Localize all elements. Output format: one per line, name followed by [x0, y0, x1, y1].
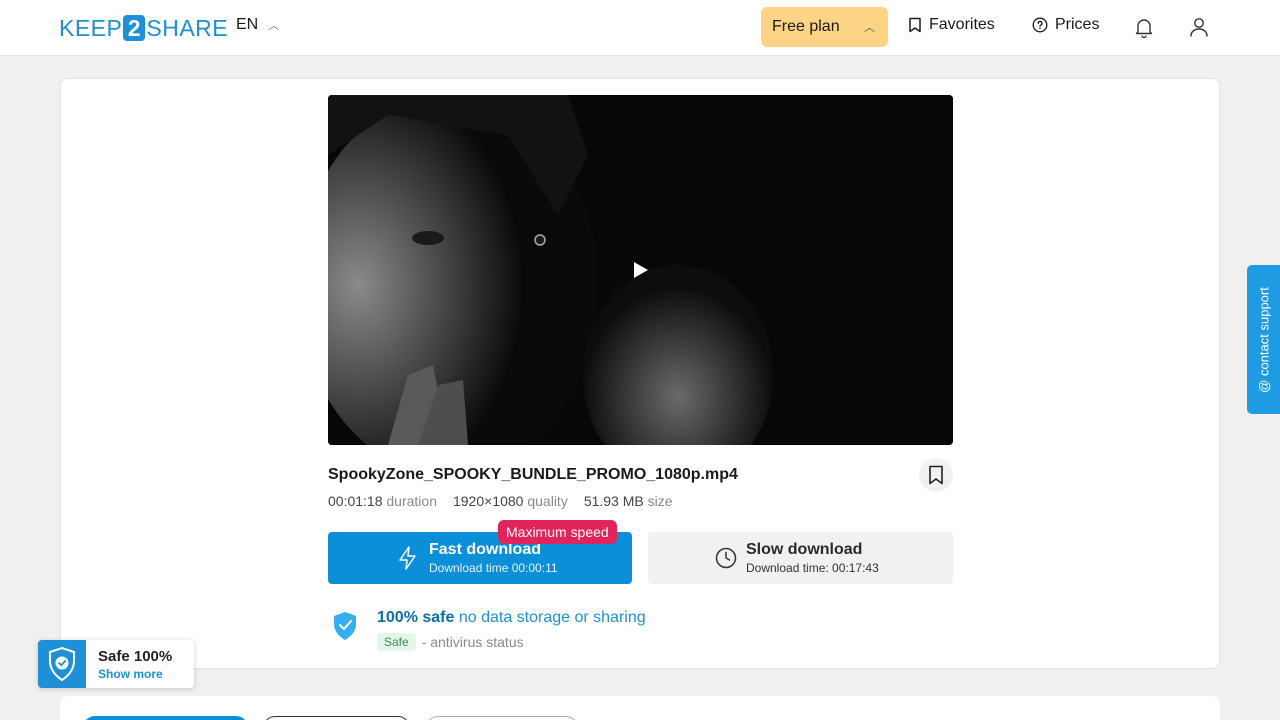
contact-support-tab[interactable]: @ contact support [1247, 265, 1280, 414]
antivirus-label: - antivirus status [421, 634, 524, 650]
logo-keep: KEEP [59, 14, 123, 41]
bottom-panel [60, 696, 1220, 720]
size-label: size [647, 493, 673, 509]
favorites-label: Favorites [929, 16, 995, 33]
safety-bold: 100% safe [377, 609, 455, 626]
top-header: KEEP 2 SHARE EN ︿ Free plan ︿ Favorites Pr… [0, 0, 1280, 56]
keep2share-logo[interactable]: KEEP 2 SHARE [59, 14, 228, 42]
favorites-link[interactable]: Favorites [908, 16, 995, 34]
user-icon [1190, 18, 1208, 37]
logo-share: SHARE [146, 14, 229, 41]
chevron-up-icon: ︿ [268, 20, 280, 32]
maximum-speed-badge: Maximum speed [498, 520, 617, 544]
bottom-tab-2[interactable] [263, 716, 410, 720]
free-plan-label: Free plan [772, 18, 840, 35]
logo-2: 2 [123, 15, 146, 41]
slow-download-title: Slow download [746, 541, 863, 558]
contact-support-label: @ contact support [1256, 286, 1271, 393]
language-label: EN [236, 16, 259, 33]
bookmark-icon [929, 465, 943, 485]
add-to-favorites-button[interactable] [919, 458, 953, 492]
chevron-up-icon: ︿ [864, 22, 875, 34]
prices-link[interactable]: Prices [1032, 16, 1099, 34]
duration-label: duration [386, 493, 437, 509]
safety-rest: no data storage or sharing [458, 609, 646, 626]
language-selector[interactable]: EN ︿ [236, 16, 279, 34]
account-button[interactable] [1187, 15, 1211, 39]
bottom-tab-1[interactable] [83, 716, 248, 720]
bookmark-icon [909, 17, 921, 33]
shield-check-icon [38, 640, 86, 688]
quality-value: 1920×1080 [452, 493, 524, 509]
safe-badge: Safe [377, 633, 416, 651]
fast-download-time: Download time 00:00:11 [429, 561, 558, 575]
duration: 00:01:18 duration [328, 493, 437, 509]
help-circle-icon [1032, 17, 1048, 33]
bottom-tab-3[interactable] [426, 716, 578, 720]
shield-check-icon [334, 612, 356, 640]
show-more-link[interactable]: Show more [98, 667, 163, 681]
prices-label: Prices [1055, 16, 1100, 33]
play-icon [634, 262, 648, 278]
clock-icon [715, 547, 737, 569]
safe-widget[interactable]: Safe 100% Show more [38, 640, 194, 688]
slow-download-button[interactable]: Slow download Download time: 00:17:43 [648, 532, 953, 584]
lightning-icon [399, 546, 416, 570]
safety-line: 100% safe no data storage or sharing [377, 609, 646, 627]
file-name: SpookyZone_SPOOKY_BUNDLE_PROMO_1080p.mp4 [328, 466, 738, 483]
safe-widget-title: Safe 100% [98, 648, 173, 665]
file-card: SpookyZone_SPOOKY_BUNDLE_PROMO_1080p.mp4… [60, 78, 1220, 669]
quality-label: quality [527, 493, 568, 509]
bell-icon [1135, 19, 1153, 38]
quality: 1920×1080 quality [453, 493, 568, 509]
duration-value: 00:01:18 [328, 493, 383, 509]
size-value: 51.93 MB [583, 493, 644, 509]
free-plan-button[interactable]: Free plan ︿ [761, 7, 888, 47]
file-meta: 00:01:18 duration 1920×1080 quality 51.9… [328, 493, 673, 509]
size: 51.93 MB size [584, 493, 673, 509]
antivirus-status: Safe - antivirus status [377, 633, 524, 651]
notifications-button[interactable] [1132, 15, 1156, 39]
video-player[interactable] [328, 95, 953, 445]
slow-download-time: Download time: 00:17:43 [746, 561, 879, 575]
